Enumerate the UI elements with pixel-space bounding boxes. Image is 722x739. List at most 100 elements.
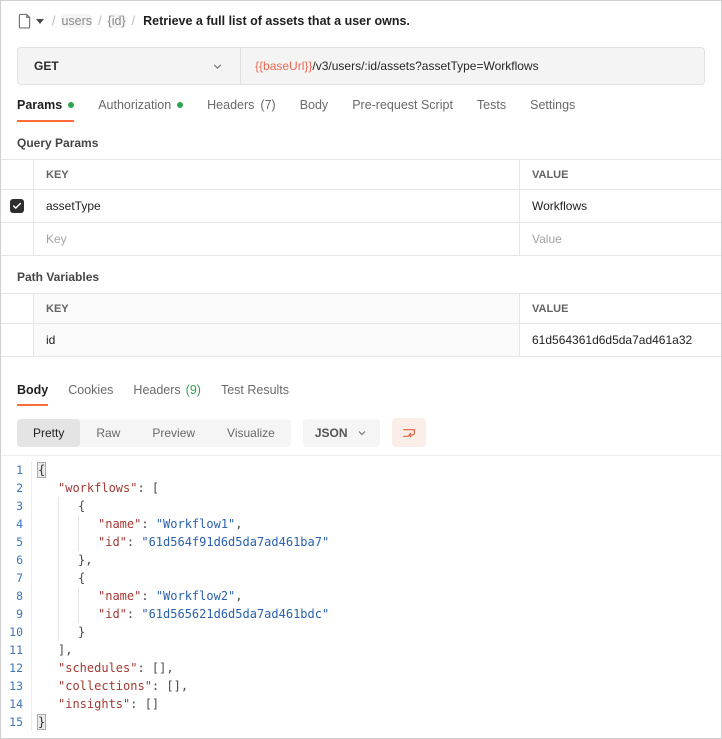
tab-label: Headers	[133, 383, 180, 397]
response-tabs: Body Cookies Headers (9) Test Results	[17, 383, 705, 406]
value-column-header: VALUE	[520, 294, 721, 323]
tab-response-headers[interactable]: Headers (9)	[133, 383, 201, 406]
tab-label: Body	[17, 383, 48, 397]
path-variables-table: KEY VALUE id 61d564361d6d5da7ad461a32	[1, 293, 721, 357]
line-number: 6	[1, 551, 31, 569]
text-wrap-icon	[401, 425, 417, 441]
line-number: 4	[1, 515, 31, 533]
code-line: 1{	[1, 461, 721, 479]
path-variables-heading: Path Variables	[17, 270, 705, 284]
method-select[interactable]: GET	[18, 48, 240, 84]
tab-label: Tests	[477, 98, 506, 112]
tab-response-body[interactable]: Body	[17, 383, 48, 406]
tab-label: Params	[17, 98, 62, 112]
tab-body[interactable]: Body	[300, 98, 329, 122]
tab-tests[interactable]: Tests	[477, 98, 506, 122]
table-header-row: KEY VALUE	[1, 294, 721, 324]
table-row: assetType Workflows	[1, 190, 721, 223]
tab-pre-request-script[interactable]: Pre-request Script	[352, 98, 453, 122]
code-text: {	[32, 569, 85, 587]
tab-label: Pre-request Script	[352, 98, 453, 112]
format-label: JSON	[315, 426, 348, 440]
view-mode-pretty[interactable]: Pretty	[17, 419, 80, 447]
wrap-text-button[interactable]	[392, 418, 426, 447]
query-params-heading: Query Params	[17, 136, 705, 150]
code-text: "insights": []	[32, 695, 159, 713]
line-number: 2	[1, 479, 31, 497]
checkbox-cell-empty	[1, 324, 34, 356]
tab-authorization[interactable]: Authorization	[98, 98, 183, 122]
view-mode-switcher: Pretty Raw Preview Visualize	[17, 419, 291, 447]
url-input[interactable]: {{baseUrl}}/v3/users/:id/assets?assetTyp…	[241, 59, 553, 73]
param-value-input[interactable]: Value	[520, 223, 721, 255]
line-number: 11	[1, 641, 31, 659]
code-text: "workflows": [	[32, 479, 159, 497]
code-line: 13"collections": [],	[1, 677, 721, 695]
tab-test-results[interactable]: Test Results	[221, 383, 289, 406]
tab-label: Body	[300, 98, 329, 112]
tab-cookies[interactable]: Cookies	[68, 383, 113, 406]
tab-label: Cookies	[68, 383, 113, 397]
code-text: }	[32, 623, 85, 641]
code-line: 4"name": "Workflow1",	[1, 515, 721, 533]
view-mode-raw[interactable]: Raw	[80, 419, 136, 447]
tab-label: Headers	[207, 98, 254, 112]
line-number: 5	[1, 533, 31, 551]
checkbox-column-header	[1, 294, 34, 323]
code-text: "collections": [],	[32, 677, 188, 695]
line-number: 8	[1, 587, 31, 605]
line-number: 13	[1, 677, 31, 695]
response-toolbar: Pretty Raw Preview Visualize JSON	[17, 418, 705, 447]
tab-headers[interactable]: Headers (7)	[207, 98, 276, 122]
value-column-header: VALUE	[520, 160, 721, 189]
file-icon[interactable]	[17, 13, 32, 29]
code-text: {	[32, 461, 45, 479]
request-title: Retrieve a full list of assets that a us…	[143, 14, 410, 28]
response-headers-count: (9)	[186, 383, 201, 397]
chevron-down-icon	[211, 60, 224, 73]
tab-label: Settings	[530, 98, 575, 112]
table-row: id 61d564361d6d5da7ad461a32	[1, 324, 721, 357]
line-number: 10	[1, 623, 31, 641]
tab-label: Authorization	[98, 98, 171, 112]
code-text: "name": "Workflow1",	[32, 515, 243, 533]
url-base-variable: {{baseUrl}}	[255, 59, 312, 73]
method-label: GET	[34, 59, 59, 73]
code-text: "id": "61d565621d6d5da7ad461bdc"	[32, 605, 329, 623]
configured-dot	[177, 102, 183, 108]
checkbox-cell-empty	[1, 223, 34, 255]
breadcrumb: / users / {id} / Retrieve a full list of…	[1, 1, 721, 37]
chevron-down-icon[interactable]	[36, 19, 44, 24]
configured-dot	[68, 102, 74, 108]
table-row-empty: Key Value	[1, 223, 721, 256]
tab-params[interactable]: Params	[17, 98, 74, 122]
view-mode-preview[interactable]: Preview	[136, 419, 211, 447]
breadcrumb-separator: /	[52, 14, 55, 28]
path-value-input[interactable]: 61d564361d6d5da7ad461a32	[520, 324, 721, 356]
breadcrumb-item-id[interactable]: {id}	[108, 14, 126, 28]
code-text: "id": "61d564f91d6d5da7ad461ba7"	[32, 533, 329, 551]
param-value-input[interactable]: Workflows	[520, 190, 721, 222]
breadcrumb-item-users[interactable]: users	[61, 14, 92, 28]
line-number: 3	[1, 497, 31, 515]
code-line: 6},	[1, 551, 721, 569]
param-key-input[interactable]: Key	[34, 223, 520, 255]
table-header-row: KEY VALUE	[1, 160, 721, 190]
check-icon	[12, 201, 22, 211]
response-body-viewer: 1{2"workflows": [3{4"name": "Workflow1",…	[1, 455, 721, 731]
code-line: 3{	[1, 497, 721, 515]
param-key-input[interactable]: assetType	[34, 190, 520, 222]
code-line: 12"schedules": [],	[1, 659, 721, 677]
query-params-table: KEY VALUE assetType Workflows Key Value	[1, 159, 721, 256]
chevron-down-icon	[356, 427, 368, 439]
tab-settings[interactable]: Settings	[530, 98, 575, 122]
line-number: 7	[1, 569, 31, 587]
line-number: 15	[1, 713, 31, 731]
tab-label: Test Results	[221, 383, 289, 397]
request-url-bar: GET {{baseUrl}}/v3/users/:id/assets?asse…	[17, 47, 705, 85]
line-number: 9	[1, 605, 31, 623]
request-tabs: Params Authorization Headers (7) Body Pr…	[17, 98, 705, 122]
row-enabled-checkbox[interactable]	[10, 199, 24, 213]
view-mode-visualize[interactable]: Visualize	[211, 419, 291, 447]
format-select[interactable]: JSON	[303, 419, 380, 447]
